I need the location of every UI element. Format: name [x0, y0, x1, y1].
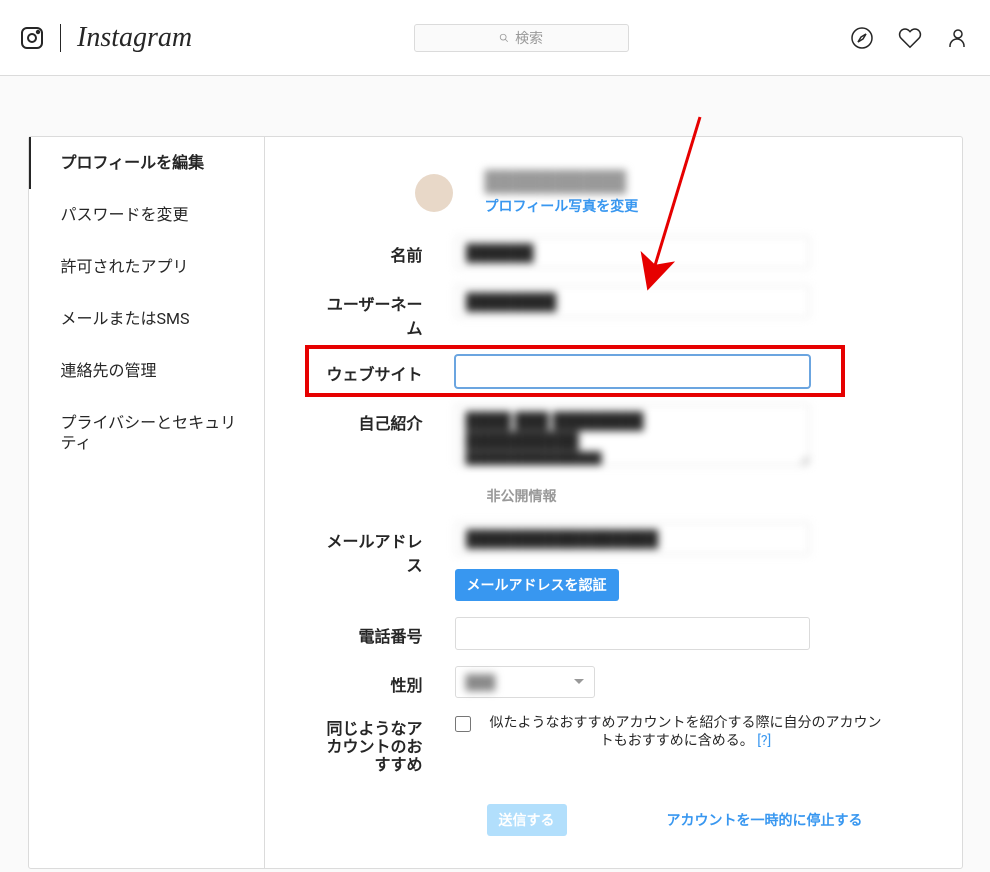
search-icon	[499, 33, 509, 43]
confirm-email-button[interactable]: メールアドレスを認証	[455, 569, 619, 601]
label-username: ユーザーネーム	[325, 285, 455, 339]
row-gender: 性別 ███	[325, 666, 922, 698]
activity-heart-icon[interactable]	[898, 26, 922, 50]
explore-icon[interactable]	[850, 26, 874, 50]
profile-icon[interactable]	[946, 26, 970, 50]
similar-accounts-text: 似たようなおすすめアカウントを紹介する際に自分のアカウントもおすすめに含める。 …	[487, 714, 885, 750]
sidebar-item-2[interactable]: 許可されたアプリ	[29, 241, 264, 293]
label-name: 名前	[325, 236, 455, 266]
profile-header: ██████████ プロフィール写真を変更	[325, 169, 922, 216]
sidebar-item-3[interactable]: メールまたはSMS	[29, 293, 264, 345]
label-website: ウェブサイト	[325, 355, 455, 385]
similar-accounts-checkbox[interactable]	[455, 716, 471, 732]
avatar[interactable]	[415, 174, 453, 212]
email-input[interactable]	[455, 522, 810, 555]
row-phone: 電話番号	[325, 617, 922, 650]
help-link[interactable]: [?]	[757, 733, 771, 749]
settings-sidebar: プロフィールを編集パスワードを変更許可されたアプリメールまたはSMS連絡先の管理…	[29, 137, 265, 868]
actions-row: 送信する アカウントを一時的に停止する	[487, 804, 922, 836]
nav-right	[850, 26, 970, 50]
username-input[interactable]	[455, 285, 810, 318]
instagram-wordmark[interactable]: Instagram	[77, 22, 192, 54]
username-display: ██████████	[485, 169, 639, 194]
submit-button[interactable]: 送信する	[487, 804, 567, 836]
nav-center: 検索	[192, 24, 850, 52]
sidebar-item-4[interactable]: 連絡先の管理	[29, 345, 264, 397]
avatar-info: ██████████ プロフィール写真を変更	[485, 169, 639, 216]
label-gender: 性別	[325, 666, 455, 696]
row-username: ユーザーネーム	[325, 285, 922, 339]
row-bio: 自己紹介	[325, 404, 922, 470]
row-similar-accounts: 同じようなアカウントのおすすめ 似たようなおすすめアカウントを紹介する際に自分の…	[325, 714, 922, 774]
gender-select[interactable]: ███	[455, 666, 595, 698]
logo-divider	[60, 24, 61, 52]
phone-input[interactable]	[455, 617, 810, 650]
top-nav: Instagram 検索	[0, 0, 990, 76]
settings-content: ██████████ プロフィール写真を変更 名前 ユーザーネーム ウェブサイト…	[265, 137, 962, 868]
website-input[interactable]	[455, 355, 810, 388]
row-email: メールアドレス メールアドレスを認証	[325, 522, 922, 601]
instagram-glyph-icon[interactable]	[20, 26, 44, 50]
row-name: 名前	[325, 236, 922, 269]
label-email: メールアドレス	[325, 522, 455, 576]
disable-account-link[interactable]: アカウントを一時的に停止する	[667, 810, 863, 830]
nav-left: Instagram	[20, 22, 192, 54]
sidebar-item-0[interactable]: プロフィールを編集	[29, 137, 264, 189]
row-website: ウェブサイト	[325, 355, 922, 388]
name-input[interactable]	[455, 236, 810, 269]
change-photo-link[interactable]: プロフィール写真を変更	[485, 196, 639, 216]
label-similar: 同じようなアカウントのおすすめ	[325, 714, 455, 774]
label-phone: 電話番号	[325, 617, 455, 647]
sidebar-item-1[interactable]: パスワードを変更	[29, 189, 264, 241]
label-bio: 自己紹介	[325, 404, 455, 434]
settings-container: プロフィールを編集パスワードを変更許可されたアプリメールまたはSMS連絡先の管理…	[28, 136, 963, 869]
search-input[interactable]: 検索	[414, 24, 629, 52]
sidebar-item-5[interactable]: プライバシーとセキュリティ	[29, 397, 264, 469]
private-info-heading: 非公開情報	[487, 486, 922, 506]
bio-textarea[interactable]	[455, 404, 810, 466]
search-placeholder: 検索	[515, 28, 543, 48]
gender-value: ███	[466, 674, 496, 691]
